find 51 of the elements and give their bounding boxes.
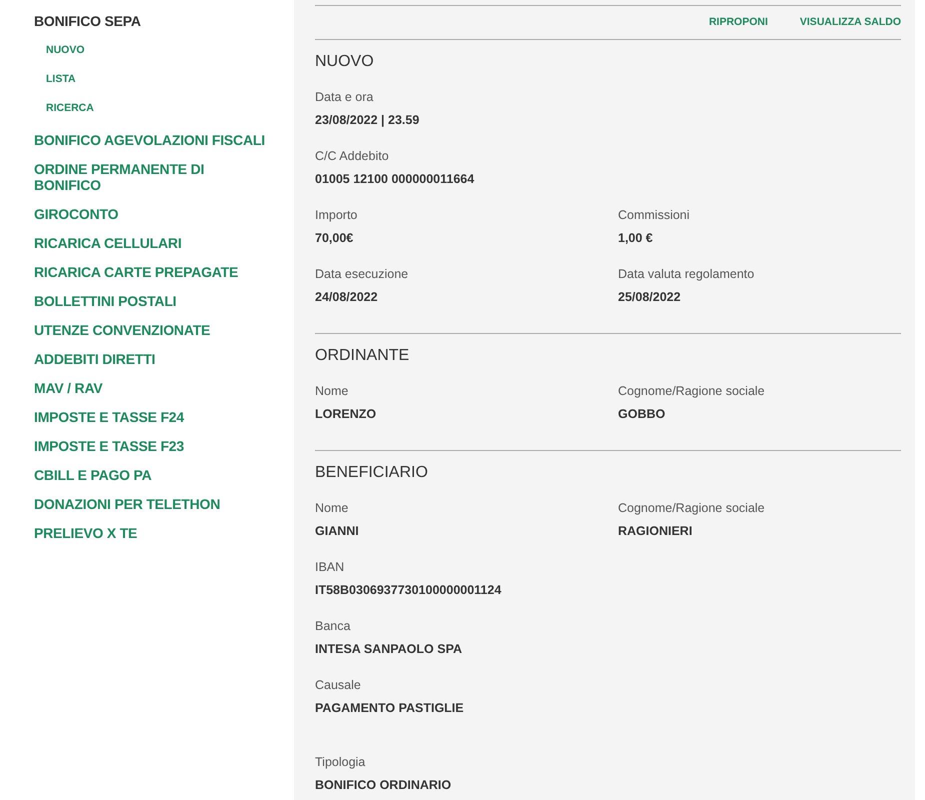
field-label: C/C Addebito xyxy=(315,148,389,164)
field-label: Nome xyxy=(315,500,348,516)
sidebar-item[interactable]: DONAZIONI PER TELETHON xyxy=(34,489,274,518)
field-label: Data valuta regolamento xyxy=(618,266,754,282)
field-label: Commissioni xyxy=(618,207,690,223)
field-value: INTESA SANPAOLO SPA xyxy=(315,641,462,657)
sidebar-item[interactable]: ADDEBITI DIRETTI xyxy=(34,344,274,373)
field-value: GIANNI xyxy=(315,523,359,539)
field-label: Tipologia xyxy=(315,754,366,770)
field-value: PAGAMENTO PASTIGLIE xyxy=(315,700,464,716)
sidebar-item[interactable]: MAV / RAV xyxy=(34,373,274,402)
field-value: 23/08/2022 | 23.59 xyxy=(315,112,420,128)
sidebar-item[interactable]: IMPOSTE E TASSE F24 xyxy=(34,402,274,431)
field-label: Causale xyxy=(315,677,361,693)
field-label: IBAN xyxy=(315,559,344,575)
field-label: Cognome/Ragione sociale xyxy=(618,500,765,516)
field-value: 70,00€ xyxy=(315,230,354,246)
action-link[interactable]: RIPROPONI xyxy=(708,14,768,31)
section-title: NUOVO xyxy=(315,52,374,72)
section-title: BENEFICIARIO xyxy=(315,463,428,483)
field-value: 1,00 € xyxy=(618,230,653,246)
sidebar-item[interactable]: BONIFICO AGEVOLAZIONI FISCALI xyxy=(34,125,274,154)
field-value: 01005 12100 000000011664 xyxy=(315,171,474,187)
field-value: GOBBO xyxy=(618,406,666,422)
section-title: ORDINANTE xyxy=(315,346,410,366)
field-value: LORENZO xyxy=(315,406,376,422)
sidebar-item[interactable]: BONIFICO SEPA xyxy=(34,6,274,35)
field-label: Data e ora xyxy=(315,89,374,105)
sidebar-subitem[interactable]: LISTA xyxy=(34,65,76,94)
sidebar-item[interactable]: ORDINE PERMANENTE DI BONIFICO xyxy=(34,154,274,199)
field-value: 24/08/2022 xyxy=(315,289,378,305)
field-label: Banca xyxy=(315,618,350,634)
field-label: Importo xyxy=(315,207,358,223)
sidebar-subitem[interactable]: RICERCA xyxy=(34,94,94,123)
field-value: RAGIONIERI xyxy=(618,523,692,539)
field-value: BONIFICO ORDINARIO xyxy=(315,777,452,793)
sidebar-item[interactable]: GIROCONTO xyxy=(34,199,274,228)
sidebar-item[interactable]: BOLLETTINI POSTALI xyxy=(34,286,274,315)
sidebar-subitem[interactable]: NUOVO xyxy=(34,36,85,65)
field-label: Cognome/Ragione sociale xyxy=(618,383,765,399)
action-link[interactable]: VISUALIZZA SALDO xyxy=(800,14,901,31)
sidebar-item[interactable]: IMPOSTE E TASSE F23 xyxy=(34,431,274,460)
sidebar-item[interactable]: RICARICA CELLULARI xyxy=(34,228,274,257)
field-value: 25/08/2022 xyxy=(618,289,681,305)
field-value: IT58B0306937730100000001124 xyxy=(315,582,502,598)
field-label: Nome xyxy=(315,383,348,399)
sidebar-item[interactable]: PRELIEVO X TE xyxy=(34,518,274,547)
sidebar-item[interactable]: CBILL E PAGO PA xyxy=(34,460,274,489)
sidebar-item[interactable]: RICARICA CARTE PREPAGATE xyxy=(34,257,274,286)
sidebar-item[interactable]: UTENZE CONVENZIONATE xyxy=(34,315,274,344)
field-label: Data esecuzione xyxy=(315,266,408,282)
